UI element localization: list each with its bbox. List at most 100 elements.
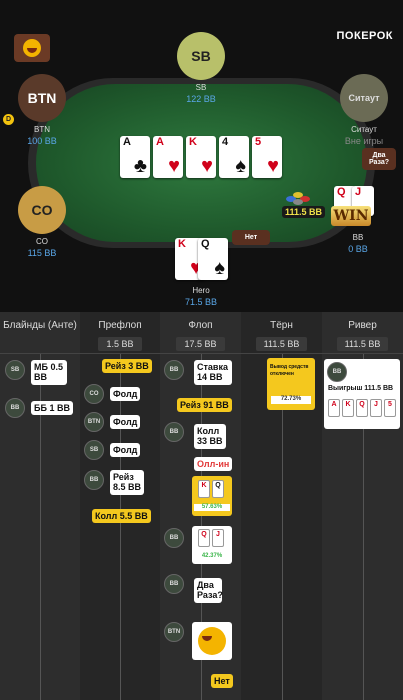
avatar: SB [177,32,225,80]
hero-hand-bubble: K Q 57.63% [192,476,232,516]
action-bubble: Олл-ин [194,457,233,472]
laughing-face-icon [198,627,226,655]
hand-history: Блайнды (Анте) SB МБ 0.5 BB BB ББ 1 BB П… [0,312,403,700]
card-suit: ♥ [267,155,279,177]
poker-table-area: ПОКЕРОК SB SB 122 BB BTN BTN 100 BB D Си… [0,0,403,312]
seat-stack: 71.5 BB [184,297,218,307]
seat-sb[interactable]: SB SB 122 BB [170,32,232,104]
column-pot: 111.5 BB [255,337,308,351]
card-suit: ♠ [235,155,246,177]
seat-name: Hero [192,286,210,295]
seat-name: CO [36,237,48,246]
mini-card: J [212,529,224,547]
river-result-bubble: BB Выигрыш 111.5 BB A K Q J 5 [324,359,400,429]
equity-label: 57.63% [194,504,230,511]
column-header: Блайнды (Анте) [0,314,80,354]
chat-bubble: Нет [211,674,233,689]
position-badge: BB [164,528,184,548]
column-preflop: Префлоп 1.5 BB Рейз 3 BB CO Фолд BTN Фолд… [80,312,160,700]
turn-note-bubble: Вывод средств отключен 72.73% [267,358,315,410]
action-bubble: ББ 1 BB [31,401,73,416]
mini-card: Q [212,480,224,498]
brand-logo: ПОКЕРОК [336,30,393,42]
hero-card: Q ♠ [198,238,228,280]
avatar: Ситаут [340,74,388,122]
seat-name: Ситаут [351,125,377,134]
action-bubble: МБ 0.5 BB [31,360,67,385]
board-card: K ♥ [186,136,216,178]
win-text: Выигрыш 111.5 BB [328,385,394,392]
seat-name: BB [352,233,364,242]
card-suit: ♣ [133,155,147,177]
bb-hand-bubble: Q J 42.37% [192,526,232,564]
position-badge: BB [164,360,184,380]
column-header: Ривер 111.5 BB [322,314,403,354]
position-badge: CO [84,384,104,404]
column-title: Блайнды (Анте) [3,320,77,331]
avatar: BTN [18,74,66,122]
card-rank: A [156,136,164,148]
card-suit: ♠ [214,257,225,279]
column-header: Префлоп 1.5 BB [80,314,160,354]
mini-card: 5 [384,399,396,417]
action-bubble: Рейз 91 BB [177,398,232,413]
position-badge: BB [84,470,104,490]
equity-label: 42.37% [194,553,230,560]
turn-note: Вывод средств отключен [270,364,309,377]
column-title: Тёрн [270,320,293,331]
mini-card: Q [198,529,210,547]
pot-amount: 111.5 BB [282,206,326,218]
action-bubble: Ставка 14 BB [194,360,232,385]
column-header: Тёрн 111.5 BB [241,314,322,354]
chat-bubble: Два Раза? [194,578,223,603]
position-badge: SB [5,360,25,380]
column-pot: 1.5 BB [98,337,142,351]
mini-card: K [342,399,354,417]
column-title: Префлоп [98,320,142,331]
card-rank: 4 [222,136,229,148]
smile-icon [23,39,41,57]
action-bubble: Рейз 3 BB [102,359,152,374]
position-badge: BB [164,422,184,442]
card-rank: K [189,136,197,148]
equity-label: 72.73% [271,396,311,404]
card-rank: A [123,136,131,148]
board-card: 5 ♥ [252,136,282,178]
seat-co[interactable]: CO CO 115 BB [12,186,72,258]
win-badge: WIN [331,206,371,226]
seat-stack: 100 BB [27,136,57,146]
position-badge: BB [164,574,184,594]
action-bubble: Фолд [110,387,141,402]
column-turn: Тёрн 111.5 BB Вывод средств отключен 72.7… [241,312,322,700]
seat-name: BTN [34,125,50,134]
seat-sitout[interactable]: Ситаут Ситаут Вне игры [334,74,394,146]
seat-bb: BB 0 BB [334,230,382,254]
dealer-button: D [3,114,14,125]
position-badge: BTN [84,412,104,432]
column-pot: 17.5 BB [176,337,225,351]
card-rank: J [355,186,362,198]
position-badge: BB [327,362,347,382]
timeline-line [120,354,121,700]
column-blinds: Блайнды (Анте) SB МБ 0.5 BB BB ББ 1 BB [0,312,80,700]
mini-card: Q [356,399,368,417]
emoji-bubble [192,622,232,660]
column-header: Флоп 17.5 BB [160,314,241,354]
seat-btn[interactable]: BTN BTN 100 BB [12,74,72,146]
chip-stack-icon [284,190,314,206]
seat-name: SB [195,83,207,92]
position-badge: SB [84,440,104,460]
board-card: 4 ♠ [219,136,249,178]
emoji-button[interactable] [14,34,50,62]
mini-card: A [328,399,340,417]
action-bubble: Рейз 8.5 BB [110,470,144,495]
seat-stack: 115 BB [27,248,57,258]
card-rank: Q [337,186,346,198]
card-suit: ♥ [168,155,180,177]
card-suit: ♥ [201,155,213,177]
card-rank: 5 [255,136,262,148]
column-pot: 111.5 BB [336,337,389,351]
bb-chat-bubble: Два Раза? [362,148,396,170]
card-rank: K [178,238,186,250]
action-bubble: Колл 33 BB [194,424,226,449]
